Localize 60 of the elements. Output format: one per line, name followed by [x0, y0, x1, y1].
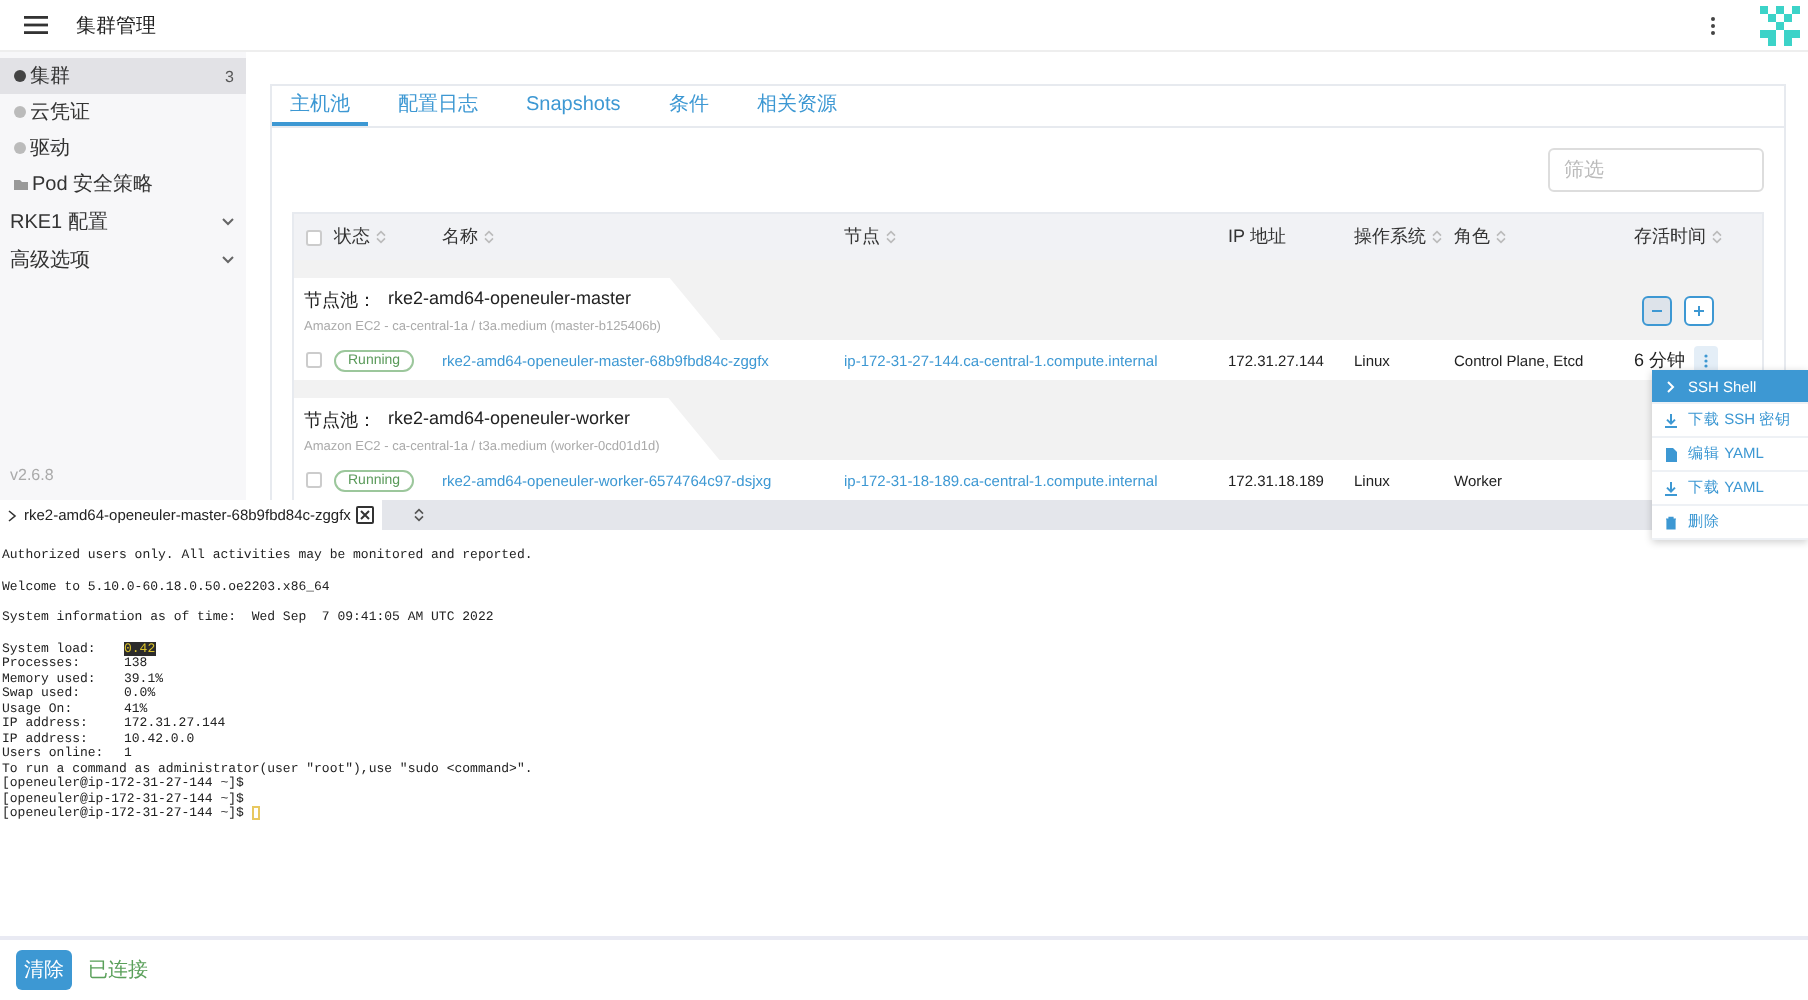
circle-icon: [14, 142, 26, 154]
menu-icon: [24, 16, 48, 34]
chevron-icon: [222, 217, 234, 225]
menu-button[interactable]: [20, 12, 52, 38]
sort-icon: [414, 508, 425, 522]
chevron-icon: [222, 255, 234, 263]
page-title: 集群管理: [76, 13, 156, 39]
tab[interactable]: 条件: [650, 86, 727, 126]
scale-up-button[interactable]: [1684, 296, 1714, 326]
sort-icon: [1712, 230, 1722, 244]
column-header[interactable]: 节点: [844, 224, 1228, 250]
sort-icon: [1496, 230, 1506, 244]
scale-down-button[interactable]: [1642, 296, 1672, 326]
chevron-icon: [1664, 379, 1678, 393]
column-header: IP 地址: [1228, 224, 1288, 250]
pool-label: 节点池：: [304, 288, 376, 314]
pool-name: rke2-amd64-openeuler-worker: [388, 408, 631, 432]
close-button[interactable]: [356, 506, 375, 524]
filter-field[interactable]: 筛选: [1548, 148, 1764, 192]
plus-icon: [1694, 306, 1704, 316]
resize-button[interactable]: [410, 504, 429, 526]
sidebar-group[interactable]: RKE1 配置: [0, 202, 246, 240]
circle-icon: [14, 70, 26, 82]
more-icon: [1703, 353, 1708, 367]
terminal-icon: [8, 509, 18, 521]
sidebar-item[interactable]: 集群 3: [0, 58, 246, 94]
close-icon: [360, 510, 371, 520]
more-icon: [1710, 15, 1716, 35]
trash-icon: [1664, 515, 1678, 529]
sidebar-item[interactable]: Pod 安全策略: [0, 166, 246, 202]
sidebar-item[interactable]: 云凭证: [0, 94, 246, 130]
pool-name: rke2-amd64-openeuler-master: [388, 288, 632, 312]
column-header[interactable]: 角色: [1454, 224, 1634, 250]
tab[interactable]: 配置日志: [380, 86, 496, 126]
download-icon: [1664, 413, 1678, 427]
sidebar-group[interactable]: 高级选项: [0, 240, 246, 278]
circle-icon: [14, 106, 26, 118]
table-cell: 6 分钟: [1634, 347, 1686, 373]
column-header[interactable]: 名称: [442, 224, 844, 250]
sort-icon: [376, 230, 386, 244]
column-header[interactable]: 存活时间: [1634, 224, 1762, 250]
minus-icon: [1652, 310, 1662, 312]
tab[interactable]: 相关资源: [738, 86, 855, 126]
sidebar-item[interactable]: 驱动: [0, 130, 246, 166]
connection-status: 已连接: [88, 957, 148, 984]
column-header[interactable]: 状态: [334, 224, 442, 250]
column-header[interactable]: 操作系统: [1354, 224, 1454, 250]
pool-label: 节点池：: [304, 408, 376, 434]
sort-icon: [886, 230, 896, 244]
folder-icon: [14, 179, 28, 189]
clear-button[interactable]: 清除: [16, 950, 72, 990]
checkbox-icon: [306, 229, 322, 245]
tab[interactable]: Snapshots: [508, 86, 639, 126]
sort-icon: [484, 230, 494, 244]
sort-icon: [1432, 230, 1442, 244]
logo-icon: [1760, 5, 1800, 45]
download-icon: [1664, 481, 1678, 495]
more-button[interactable]: [1706, 11, 1720, 39]
version-label: v2.6.8: [8, 466, 56, 488]
tab[interactable]: 主机池: [272, 86, 368, 126]
